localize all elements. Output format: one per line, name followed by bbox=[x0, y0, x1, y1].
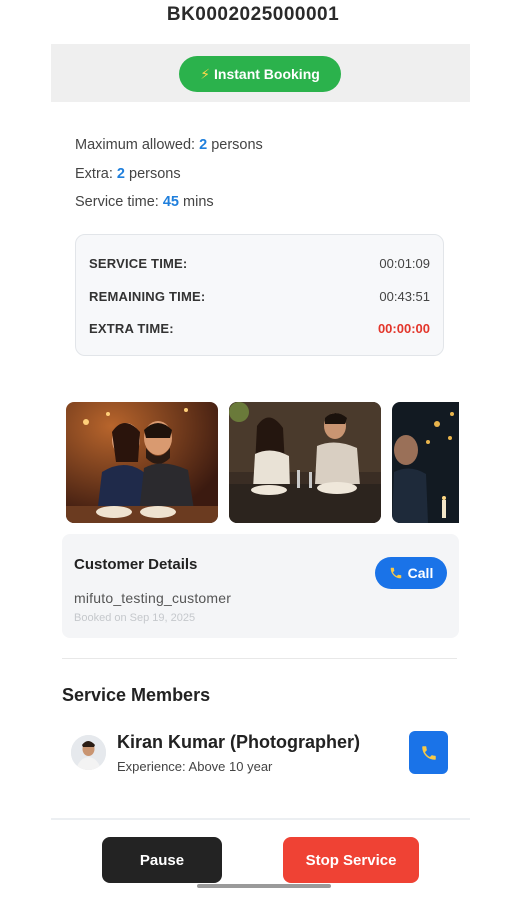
timer-row-extra: EXTRA TIME: 00:00:00 bbox=[89, 321, 430, 336]
call-label: Call bbox=[407, 565, 434, 581]
service-members-title: Service Members bbox=[62, 685, 211, 705]
timer-value: 00:01:09 bbox=[379, 256, 430, 271]
instant-booking-badge: ⚡ Instant Booking bbox=[179, 56, 341, 92]
max-allowed-value: 2 bbox=[199, 137, 208, 153]
home-indicator bbox=[197, 884, 331, 888]
customer-details-title: Customer Details bbox=[74, 556, 198, 573]
service-time-value: 45 bbox=[162, 194, 179, 210]
phone-icon bbox=[390, 567, 401, 579]
gallery-photo[interactable] bbox=[66, 402, 218, 523]
phone-icon bbox=[421, 745, 436, 760]
booked-on-date: Booked on Sep 19, 2025 bbox=[74, 612, 196, 624]
couple-photo-image bbox=[66, 402, 218, 523]
timer-value: 00:00:00 bbox=[377, 321, 430, 336]
timer-label: REMAINING TIME: bbox=[89, 289, 206, 304]
dinner-photo-image bbox=[229, 402, 381, 523]
timer-label: SERVICE TIME: bbox=[89, 256, 188, 271]
instant-booking-label: Instant Booking bbox=[214, 66, 320, 82]
timer-row-remaining: REMAINING TIME: 00:43:51 bbox=[89, 289, 430, 304]
booking-type-banner: ⚡ Instant Booking bbox=[51, 44, 470, 102]
timer-row-service: SERVICE TIME: 00:01:09 bbox=[89, 256, 430, 271]
pause-button[interactable]: Pause bbox=[102, 837, 222, 883]
service-time-label: Service time: bbox=[75, 194, 163, 210]
timer-label: EXTRA TIME: bbox=[89, 321, 174, 336]
extra-label: Extra: bbox=[75, 166, 117, 182]
gallery-photo[interactable] bbox=[229, 402, 381, 523]
timer-card: SERVICE TIME: 00:01:09 REMAINING TIME: 0… bbox=[75, 234, 444, 356]
divider bbox=[51, 818, 470, 820]
night-photo-image bbox=[392, 402, 459, 523]
member-call-button[interactable] bbox=[409, 731, 448, 774]
max-allowed-label: Maximum allowed: bbox=[75, 137, 200, 153]
member-name: Kiran Kumar (Photographer) bbox=[117, 732, 361, 752]
member-experience: Experience: Above 10 year bbox=[117, 759, 273, 774]
service-time-unit: mins bbox=[178, 194, 214, 210]
booking-id: BK0002025000001 bbox=[166, 4, 340, 25]
call-button[interactable]: Call bbox=[375, 557, 447, 589]
lightning-icon: ⚡ bbox=[200, 65, 211, 82]
timer-value: 00:43:51 bbox=[379, 289, 430, 304]
max-allowed-unit: persons bbox=[207, 137, 263, 153]
gallery-photo[interactable] bbox=[392, 402, 459, 523]
customer-details-card: Customer Details mifuto_testing_customer… bbox=[62, 534, 459, 638]
divider bbox=[62, 658, 457, 659]
stop-service-button[interactable]: Stop Service bbox=[283, 837, 419, 883]
customer-name: mifuto_testing_customer bbox=[74, 590, 232, 606]
service-time-line: Service time: 45 mins bbox=[75, 194, 214, 210]
avatar bbox=[71, 735, 106, 770]
extra-line: Extra: 2 persons bbox=[75, 166, 181, 182]
extra-value: 2 bbox=[116, 166, 125, 182]
member-avatar-image bbox=[71, 735, 106, 770]
max-allowed-line: Maximum allowed: 2 persons bbox=[75, 137, 263, 153]
extra-unit: persons bbox=[124, 166, 181, 182]
